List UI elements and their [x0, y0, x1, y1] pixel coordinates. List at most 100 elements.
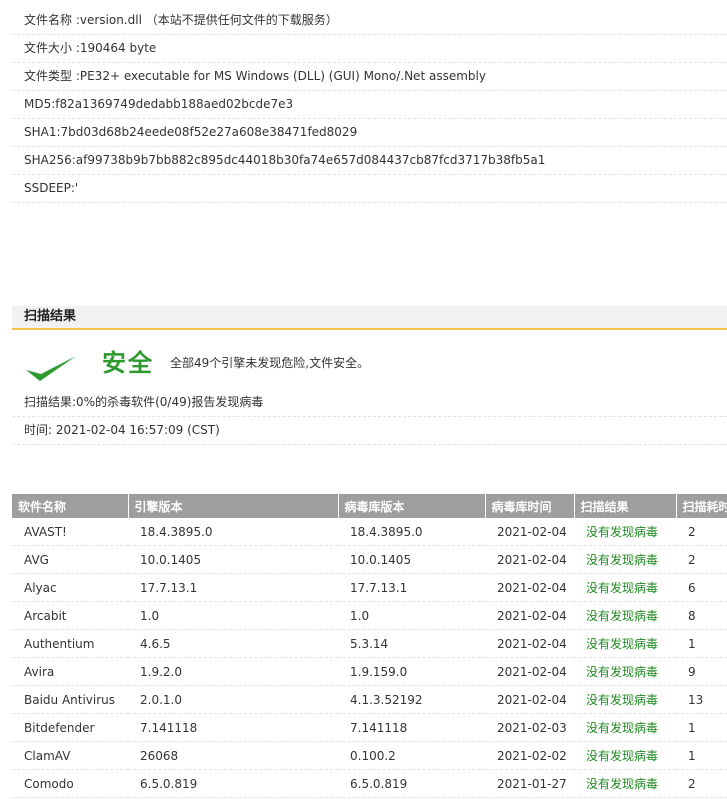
table-row: ClamAV 26068 0.100.2 2021-02-02 没有发现病毒 1 — [12, 741, 727, 770]
cell-virus-db-version: 0.100.2 — [338, 741, 485, 770]
file-info-list: 文件名称 :version.dll （本站不提供任何文件的下载服务） 文件大小 … — [12, 7, 727, 203]
sha1-row: SHA1:7bd03d68b24eede08f52e27a608e38471fe… — [12, 119, 727, 147]
cell-virus-db-version: 1.9.159.0 — [338, 657, 485, 686]
sha1-value: 7bd03d68b24eede08f52e27a608e38471fed8029 — [60, 125, 358, 139]
cell-software-name: AVG — [12, 545, 128, 574]
ssdeep-value: ' — [74, 181, 79, 195]
header-virus-db-time: 病毒库时间 — [485, 494, 575, 518]
header-scan-result: 扫描结果 — [574, 494, 677, 518]
cell-scan-result: 没有发现病毒 — [574, 769, 676, 798]
header-engine-version: 引擎版本 — [128, 494, 339, 518]
file-name-value: version.dll （本站不提供任何文件的下载服务） — [79, 13, 338, 27]
file-size-label: 文件大小 : — [24, 41, 80, 55]
cell-software-name: Alyac — [12, 573, 128, 602]
cell-virus-db-time: 2021-02-04 — [485, 601, 574, 630]
ssdeep-row: SSDEEP:' — [12, 175, 727, 203]
safe-status-description: 全部49个引擎未发现危险,文件安全。 — [170, 356, 370, 370]
cell-virus-db-time: 2021-02-04 — [485, 657, 574, 686]
cell-scan-result: 没有发现病毒 — [574, 713, 676, 742]
cell-engine-version: 2.0.1.0 — [128, 685, 338, 714]
cell-scan-duration: 2 — [676, 545, 727, 574]
table-row: Arcabit 1.0 1.0 2021-02-04 没有发现病毒 8 — [12, 601, 727, 630]
table-row: Alyac 17.7.13.1 17.7.13.1 2021-02-04 没有发现病毒 6 — [12, 573, 727, 602]
cell-software-name: Bitdefender — [12, 713, 128, 742]
cell-virus-db-version: 17.7.13.1 — [338, 573, 485, 602]
cell-scan-duration: 2 — [676, 518, 727, 546]
scan-result-header: 扫描结果 — [12, 306, 727, 330]
sha256-label: SHA256: — [24, 153, 76, 167]
scan-time: 时间: 2021-02-04 16:57:09 (CST) — [12, 417, 727, 445]
sha256-value: af99738b9b7bb882c895dc44018b30fa74e657d0… — [75, 153, 546, 167]
md5-value: f82a1369749dedabb188aed02bcde7e3 — [55, 97, 294, 111]
table-row: Authentium 4.6.5 5.3.14 2021-02-04 没有发现病毒 1 — [12, 629, 727, 658]
cell-scan-duration: 1 — [676, 629, 727, 658]
cell-software-name: Baidu Antivirus — [12, 685, 128, 714]
cell-scan-result: 没有发现病毒 — [574, 573, 676, 602]
safe-status-block: 安全 全部49个引擎未发现危险,文件安全。 — [12, 342, 727, 386]
table-row: Bitdefender 7.141118 7.141118 2021-02-03 没有发… — [12, 713, 727, 742]
cell-virus-db-version: 4.1.3.52192 — [338, 685, 485, 714]
cell-scan-duration: 1 — [676, 741, 727, 770]
cell-scan-result: 没有发现病毒 — [574, 545, 676, 574]
cell-scan-result: 没有发现病毒 — [574, 518, 676, 546]
file-name-row: 文件名称 :version.dll （本站不提供任何文件的下载服务） — [12, 7, 727, 35]
file-size-row: 文件大小 :190464 byte — [12, 35, 727, 63]
table-body: AVAST! 18.4.3895.0 18.4.3895.0 2021-02-04 没有… — [12, 518, 727, 798]
md5-label: MD5: — [24, 97, 56, 111]
safe-status-label: 安全 — [102, 349, 154, 377]
cell-virus-db-time: 2021-02-03 — [485, 713, 574, 742]
table-row: AVAST! 18.4.3895.0 18.4.3895.0 2021-02-04 没有… — [12, 518, 727, 546]
cell-scan-duration: 13 — [676, 685, 727, 714]
cell-software-name: ClamAV — [12, 741, 128, 770]
cell-scan-duration: 9 — [676, 657, 727, 686]
file-size-value: 190464 byte — [79, 41, 157, 55]
cell-engine-version: 1.9.2.0 — [128, 657, 338, 686]
cell-engine-version: 6.5.0.819 — [128, 769, 338, 798]
cell-virus-db-version: 1.0 — [338, 601, 485, 630]
cell-scan-result: 没有发现病毒 — [574, 685, 676, 714]
cell-virus-db-version: 10.0.1405 — [338, 545, 485, 574]
table-row: Baidu Antivirus 2.0.1.0 4.1.3.52192 2021-02… — [12, 685, 727, 714]
cell-virus-db-version: 7.141118 — [338, 713, 485, 742]
cell-scan-duration: 8 — [676, 601, 727, 630]
cell-scan-result: 没有发现病毒 — [574, 657, 676, 686]
cell-software-name: AVAST! — [12, 518, 128, 546]
header-software-name: 软件名称 — [12, 494, 129, 518]
cell-virus-db-time: 2021-01-27 — [485, 769, 574, 798]
cell-virus-db-version: 6.5.0.819 — [338, 769, 485, 798]
file-type-row: 文件类型 :PE32+ executable for MS Windows (D… — [12, 63, 727, 91]
ssdeep-label: SSDEEP: — [24, 181, 75, 195]
cell-engine-version: 18.4.3895.0 — [128, 518, 338, 546]
cell-virus-db-version: 18.4.3895.0 — [338, 518, 485, 546]
scan-summary: 扫描结果:0%的杀毒软件(0/49)报告发现病毒 — [12, 389, 727, 417]
table-row: Avira 1.9.2.0 1.9.159.0 2021-02-04 没有发现病毒 9 — [12, 657, 727, 686]
header-scan-duration: 扫描耗时 — [676, 494, 727, 518]
scan-results-table-container: 软件名称 引擎版本 病毒库版本 病毒库时间 扫描结果 扫描耗时 AVAST! 18… — [12, 494, 727, 803]
cell-scan-duration: 1 — [676, 713, 727, 742]
cell-software-name: Comodo — [12, 769, 128, 798]
check-mark-icon — [26, 356, 76, 381]
cell-virus-db-time: 2021-02-04 — [485, 685, 574, 714]
cell-scan-result: 没有发现病毒 — [574, 741, 676, 770]
md5-row: MD5:f82a1369749dedabb188aed02bcde7e3 — [12, 91, 727, 119]
cell-virus-db-time: 2021-02-02 — [485, 741, 574, 770]
table-row: Comodo 6.5.0.819 6.5.0.819 2021-01-27 没有发现病毒… — [12, 769, 727, 798]
file-type-label: 文件类型 : — [24, 69, 80, 83]
scan-results-table: 软件名称 引擎版本 病毒库版本 病毒库时间 扫描结果 扫描耗时 AVAST! 18… — [12, 494, 727, 798]
cell-software-name: Authentium — [12, 629, 128, 658]
file-name-label: 文件名称 : — [24, 13, 80, 27]
cell-scan-result: 没有发现病毒 — [574, 629, 676, 658]
cell-software-name: Arcabit — [12, 601, 128, 630]
cell-virus-db-time: 2021-02-04 — [485, 629, 574, 658]
sha1-label: SHA1: — [24, 125, 61, 139]
cell-software-name: Avira — [12, 657, 128, 686]
cell-scan-duration: 2 — [676, 769, 727, 798]
cell-engine-version: 1.0 — [128, 601, 338, 630]
cell-engine-version: 10.0.1405 — [128, 545, 338, 574]
cell-engine-version: 4.6.5 — [128, 629, 338, 658]
sha256-row: SHA256:af99738b9b7bb882c895dc44018b30fa7… — [12, 147, 727, 175]
cell-engine-version: 26068 — [128, 741, 338, 770]
header-virus-db-version: 病毒库版本 — [338, 494, 486, 518]
cell-scan-result: 没有发现病毒 — [574, 601, 676, 630]
file-type-value: PE32+ executable for MS Windows (DLL) (G… — [79, 69, 486, 83]
